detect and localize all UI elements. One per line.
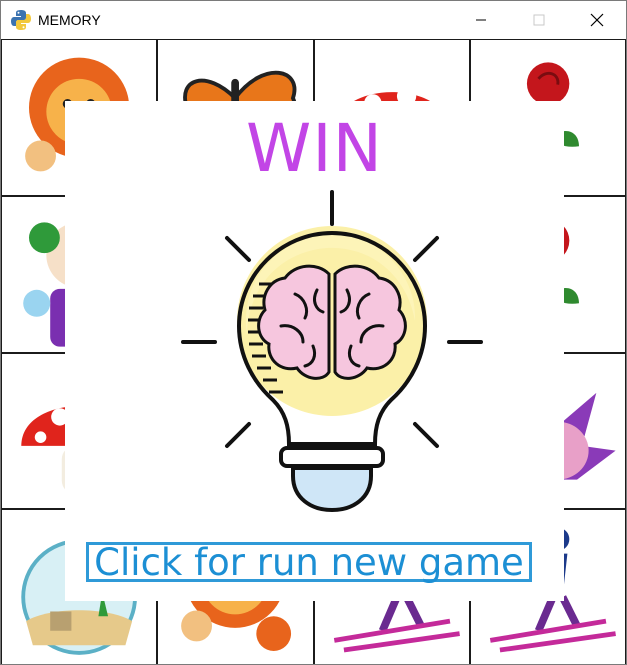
lightbulb-brain-icon — [181, 190, 483, 513]
close-icon — [590, 13, 604, 26]
maximize-icon — [533, 14, 545, 25]
window-title: MEMORY — [38, 11, 101, 28]
minimize-icon — [476, 19, 486, 20]
new-game-button[interactable]: Click for run new game — [86, 541, 532, 584]
maximize-button[interactable] — [510, 1, 568, 38]
win-title: WIN — [245, 110, 384, 187]
win-dialog: WIN Click for run new game — [65, 101, 564, 601]
minimize-button[interactable] — [452, 1, 510, 38]
title-bar[interactable]: MEMORY — [1, 1, 626, 38]
game-window: MEMORY WIN Click for run new game — [0, 0, 627, 665]
python-icon — [11, 9, 31, 30]
close-button[interactable] — [568, 1, 626, 38]
